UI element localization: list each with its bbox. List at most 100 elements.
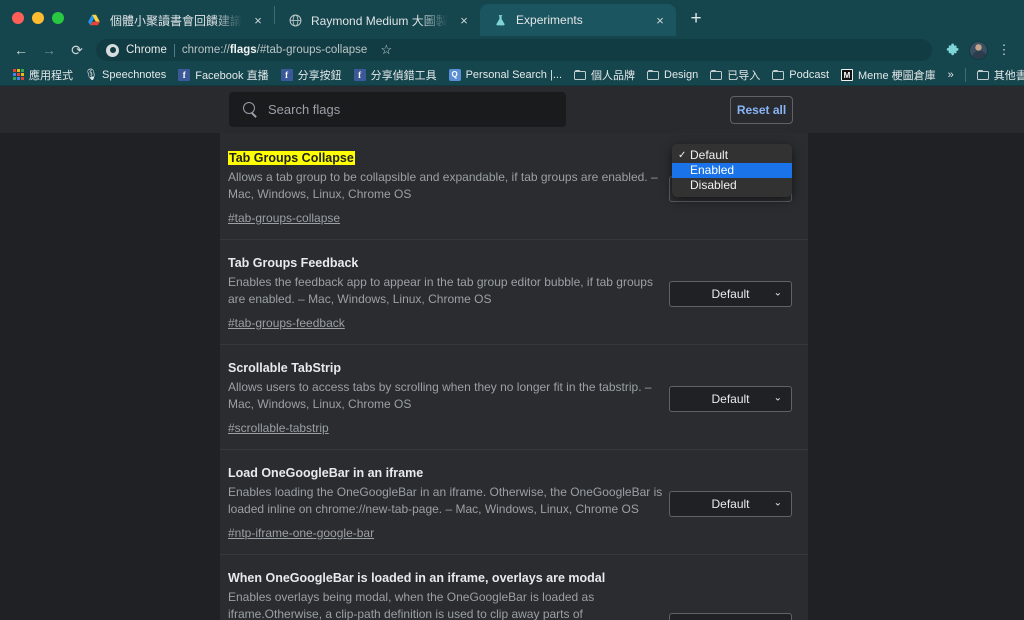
flag-select-wrapper: ✓ ✓ Default Enabled (668, 144, 792, 227)
bookmarks-bar: 應用程式 🎙 Speechnotes f Facebook 直播 f 分享按鈕 … (0, 64, 1024, 86)
bookmark-label: 已导入 (727, 69, 761, 82)
flag-description: Enables overlays being modal, when the O… (228, 590, 595, 620)
facebook-icon: f (280, 68, 293, 81)
dropdown-option-enabled[interactable]: Enabled (672, 163, 792, 178)
dropdown-option-disabled[interactable]: Disabled (672, 178, 792, 193)
bookmarks-overflow-button[interactable]: » (942, 69, 960, 81)
bookmark-label: 分享偵錯工具 (370, 69, 437, 82)
search-flags-box[interactable] (229, 92, 566, 127)
close-icon[interactable]: × (250, 12, 266, 28)
bookmark-personal-search[interactable]: Q Personal Search |... (443, 67, 568, 83)
chevron-down-icon: ⌄ (773, 497, 782, 509)
bookmark-star-icon[interactable]: ☆ (374, 38, 398, 62)
minimize-window-button[interactable] (32, 12, 44, 24)
bookmark-folder-personal-brand[interactable]: 個人品牌 (568, 65, 641, 85)
flag-select-wrapper: Default ⌄ (668, 254, 792, 332)
browser-toolbar: ← → ⟳ Chrome chrome://flags/#tab-groups-… (0, 36, 1024, 64)
chrome-menu-button[interactable]: ⋮ (992, 38, 1016, 62)
reset-all-button[interactable]: Reset all (730, 96, 793, 124)
maximize-window-button[interactable] (52, 12, 64, 24)
chrome-logo-icon (106, 43, 119, 57)
browser-tab-1[interactable]: 個體小聚讀書會回饋建議 × (74, 4, 274, 36)
close-icon[interactable]: × (652, 12, 668, 28)
bookmark-share-debugger[interactable]: f 分享偵錯工具 (348, 65, 443, 85)
browser-window: 個體小聚讀書會回饋建議 × Raymond Medium 大圖製作 key × (0, 0, 1024, 620)
browser-tab-2[interactable]: Raymond Medium 大圖製作 key × (275, 4, 480, 36)
bookmark-label: Meme 梗圖倉庫 (858, 69, 936, 82)
flag-select-scrollable-tabstrip[interactable]: Default ⌄ (669, 386, 792, 412)
url-suffix: /#tab-groups-collapse (256, 44, 368, 56)
forward-button[interactable]: → (36, 38, 62, 62)
flag-select-value: Default (711, 497, 750, 511)
address-bar-url: chrome://flags/#tab-groups-collapse (182, 44, 367, 56)
folder-icon (647, 69, 659, 81)
dropdown-option-default[interactable]: ✓ Default (672, 148, 792, 163)
facebook-icon: f (353, 68, 366, 81)
check-icon: ✓ (678, 150, 687, 161)
folder-icon (574, 69, 586, 81)
profile-avatar[interactable] (966, 38, 990, 62)
flag-select-value: Default (711, 287, 750, 301)
flag-title: Scrollable TabStrip (228, 361, 341, 375)
flags-page: Reset all Tab Groups Collapse Allows a t… (0, 86, 1024, 620)
browser-tab-3-experiments[interactable]: Experiments × (480, 4, 677, 36)
chevron-down-icon: ⌄ (773, 392, 782, 404)
close-icon[interactable]: × (456, 12, 472, 28)
bookmark-label: Facebook 直播 (195, 69, 269, 82)
flag-info: Tab Groups Collapse Allows a tab group t… (228, 149, 668, 227)
bookmark-share-button[interactable]: f 分享按鈕 (275, 65, 348, 85)
flag-anchor-link[interactable]: #ntp-iframe-one-google-bar (228, 526, 374, 540)
bookmark-other-bookmarks[interactable]: 其他書籤 (971, 65, 1024, 85)
flag-select-ntp-one-google-bar-modal-overlays[interactable]: Default ⌄ (669, 613, 792, 620)
personal-search-icon: Q (448, 68, 461, 81)
bookmark-label: Speechnotes (102, 68, 167, 81)
flag-anchor-link[interactable]: #scrollable-tabstrip (228, 421, 329, 435)
dropdown-option-label: Default (690, 148, 729, 162)
globe-icon (287, 12, 303, 28)
tab-title: Experiments (516, 13, 583, 27)
flag-select-wrapper: Default ⌄ (668, 569, 792, 620)
bookmark-speechnotes[interactable]: 🎙 Speechnotes (79, 67, 172, 83)
new-tab-button[interactable]: + (682, 5, 710, 33)
bookmark-meme-warehouse[interactable]: M Meme 梗圖倉庫 (835, 65, 942, 85)
back-button[interactable]: ← (8, 38, 34, 62)
folder-icon (976, 69, 989, 81)
reload-button[interactable]: ⟳ (64, 38, 90, 62)
close-window-button[interactable] (12, 12, 24, 24)
flag-anchor-link[interactable]: #tab-groups-feedback (228, 316, 345, 330)
puzzle-icon[interactable] (940, 38, 964, 62)
bookmark-folder-podcast[interactable]: Podcast (766, 67, 835, 83)
bookmark-label: 其他書籤 (993, 69, 1024, 82)
flag-title: Load OneGoogleBar in an iframe (228, 466, 424, 480)
flag-entry-scrollable-tabstrip: Scrollable TabStrip Allows users to acce… (220, 345, 808, 450)
flask-icon (492, 12, 508, 28)
flag-title: Tab Groups Feedback (228, 256, 359, 270)
search-input[interactable] (268, 102, 552, 117)
dropdown-option-label: Enabled (690, 163, 735, 177)
dropdown-option-label: Disabled (690, 178, 737, 192)
address-bar[interactable]: Chrome chrome://flags/#tab-groups-collap… (96, 39, 932, 61)
bookmark-folder-imported[interactable]: 已导入 (704, 65, 766, 85)
bookmark-folder-design[interactable]: Design (641, 67, 704, 83)
bookmark-apps[interactable]: 應用程式 (6, 65, 79, 85)
flag-description: Enables the feedback app to appear in th… (228, 275, 653, 306)
flag-select-tab-groups-feedback[interactable]: Default ⌄ (669, 281, 792, 307)
flag-description: Allows users to access tabs by scrolling… (228, 380, 652, 411)
flag-info: When OneGoogleBar is loaded in an iframe… (228, 569, 668, 620)
flags-content-column: Tab Groups Collapse Allows a tab group t… (220, 133, 808, 620)
flag-anchor-link[interactable]: #tab-groups-collapse (228, 211, 340, 225)
avatar (968, 40, 988, 60)
url-host: flags (229, 44, 257, 56)
bookmarks-divider (964, 67, 966, 82)
bookmark-label: Podcast (789, 68, 829, 81)
flag-description: Allows a tab group to be collapsible and… (228, 170, 658, 201)
flag-info: Tab Groups Feedback Enables the feedback… (228, 254, 668, 332)
bookmark-label: Personal Search |... (465, 68, 562, 81)
folder-icon (710, 69, 723, 81)
flag-entry-tab-groups-feedback: Tab Groups Feedback Enables the feedback… (220, 240, 808, 345)
facebook-icon: f (178, 68, 191, 81)
bookmark-facebook-live[interactable]: f Facebook 直播 (172, 65, 274, 85)
flag-select-ntp-iframe-one-google-bar[interactable]: Default ⌄ (669, 491, 792, 517)
flag-title: When OneGoogleBar is loaded in an iframe… (228, 571, 606, 585)
flag-select-dropdown-menu[interactable]: ✓ Default Enabled Disabled (672, 144, 792, 197)
